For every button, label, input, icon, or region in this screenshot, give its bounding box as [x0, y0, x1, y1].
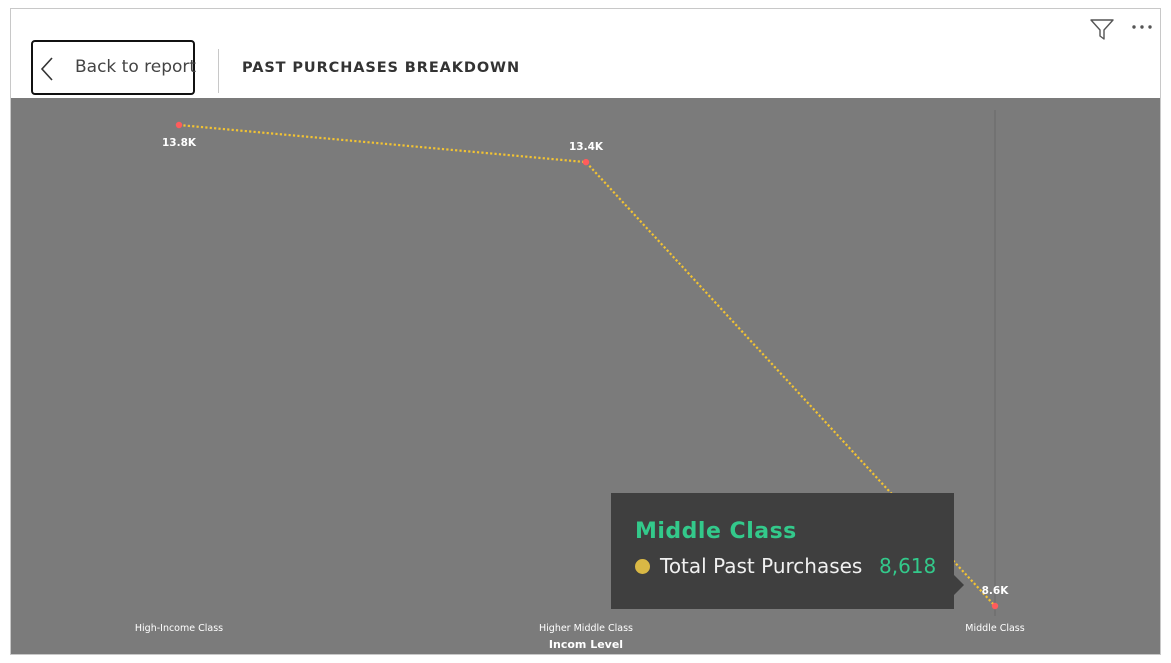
data-label: 8.6K	[982, 585, 1010, 597]
series-legend-dot	[635, 559, 650, 574]
x-axis-ticks: High-Income Class Higher Middle Class Midd…	[135, 623, 1025, 634]
visual-header: Back to report PAST PURCHASES BREAKDOWN	[11, 9, 1160, 98]
data-point[interactable]	[175, 121, 183, 129]
filter-icon[interactable]	[1089, 17, 1115, 43]
tooltip-category: Middle Class	[635, 519, 797, 544]
chevron-left-icon	[40, 57, 53, 81]
tooltip-measure-label: Total Past Purchases	[660, 554, 863, 578]
back-to-report-button[interactable]: Back to report	[31, 40, 197, 95]
data-label: 13.8K	[162, 137, 197, 149]
x-tick-label: Higher Middle Class	[539, 623, 633, 634]
chart-svg: 13.8K 13.4K 8.6K High-Income Class Higher M…	[135, 110, 1025, 651]
x-tick-label: High-Income Class	[135, 623, 223, 634]
more-options-icon[interactable]	[1130, 19, 1156, 35]
page-title: PAST PURCHASES BREAKDOWN	[242, 60, 520, 76]
tooltip-value: 8,618	[879, 554, 937, 578]
data-point[interactable]	[991, 602, 999, 610]
data-label: 13.4K	[569, 141, 604, 153]
data-point[interactable]	[582, 158, 590, 166]
line-chart: 13.8K 13.4K 8.6K High-Income Class Higher M…	[11, 98, 1160, 654]
x-axis-title: Incom Level	[549, 638, 623, 651]
x-tick-label: Middle Class	[965, 623, 1024, 634]
header-divider	[218, 49, 219, 93]
data-tooltip: Middle Class Total Past Purchases 8,618	[611, 493, 964, 609]
back-to-report-label: Back to report	[75, 57, 197, 77]
report-visual-frame: Back to report PAST PURCHASES BREAKDOWN …	[10, 8, 1161, 655]
